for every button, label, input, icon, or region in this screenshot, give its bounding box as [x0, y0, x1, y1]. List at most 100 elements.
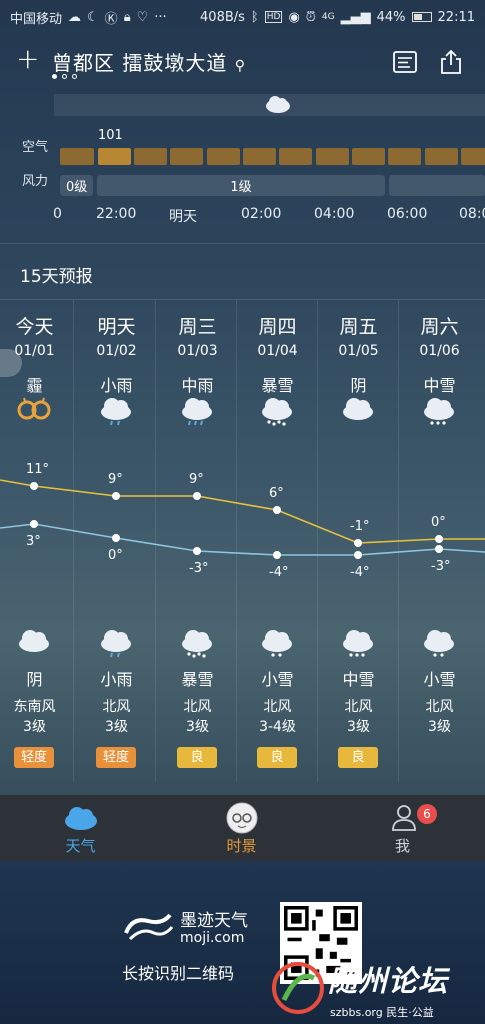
- wind-level: 3-4级: [259, 719, 296, 735]
- temperature-curves: [0, 479, 485, 559]
- aq-bar: [279, 148, 312, 165]
- time-label: 08:0: [459, 206, 485, 222]
- cloud-icon: [340, 392, 376, 426]
- temp-point: [354, 551, 362, 559]
- forecast-day[interactable]: 周六 01/06 中雪: [399, 312, 480, 396]
- day-date: 01/03: [177, 343, 218, 359]
- aq-bar: [170, 148, 203, 165]
- location-title[interactable]: 曾都区 擂鼓墩大道 ⚲: [52, 47, 246, 76]
- forecast-day[interactable]: 周四 01/04 暴雪: [237, 312, 318, 396]
- day-name: 明天: [97, 316, 136, 338]
- aq-bar: [316, 148, 349, 165]
- tab-label: 时景: [226, 837, 257, 855]
- day-date: 01/04: [257, 343, 298, 359]
- day-date: 01/02: [96, 343, 137, 359]
- wind-info: 北风 3-4级: [237, 697, 318, 737]
- wind-level: 3级: [186, 719, 209, 735]
- moderate-snow-icon: [421, 392, 457, 426]
- blizzard-icon: [259, 392, 295, 426]
- moji-logo-icon: [124, 913, 174, 941]
- lock-icon: 🔒︎: [123, 9, 131, 25]
- time-label: 0: [53, 206, 62, 222]
- temp-point: [112, 492, 120, 500]
- alarm-icon: ⏰︎: [305, 9, 316, 25]
- tab-me[interactable]: 我: [322, 795, 483, 861]
- aqi-badge: 轻度: [96, 747, 136, 768]
- moderate-snow-icon: [340, 624, 376, 658]
- wind-direction: 北风: [102, 699, 131, 715]
- news-button[interactable]: [391, 48, 419, 76]
- avatar-face-icon: [226, 802, 258, 834]
- temp-point: [193, 492, 201, 500]
- battery-percent: 44%: [376, 9, 406, 25]
- forecast-title: 15天预报: [20, 267, 93, 287]
- divider: [0, 243, 485, 244]
- heart-monitor-icon: ♡: [136, 9, 149, 25]
- wind-direction: 北风: [344, 699, 373, 715]
- day-name: 周四: [258, 316, 297, 338]
- cloud-icon: [266, 96, 290, 113]
- clock: 22:11: [437, 9, 475, 25]
- aqi-badge: 良: [177, 747, 217, 768]
- wind-direction: 北风: [183, 699, 212, 715]
- forecast-day[interactable]: 周五 01/05 阴: [318, 312, 399, 396]
- share-button[interactable]: [437, 48, 465, 76]
- aq-bar: [98, 148, 131, 165]
- scan-hint: 长按识别二维码: [122, 964, 235, 983]
- k-icon: Ⓚ: [104, 11, 118, 27]
- wind-level: 0级: [66, 180, 88, 195]
- header: + 曾都区 擂鼓墩大道 ⚲: [0, 38, 485, 86]
- forecast-day[interactable]: 明天 01/02 小雨: [76, 312, 157, 396]
- wind-info: 北风 3级: [318, 697, 399, 737]
- night-condition: 阴: [26, 670, 43, 689]
- day-date: 01/06: [419, 343, 460, 359]
- temp-point: [30, 520, 38, 528]
- time-label: 04:00: [314, 206, 355, 222]
- temp-point: [273, 506, 281, 514]
- add-city-button[interactable]: +: [16, 42, 39, 75]
- temp-point: [30, 482, 38, 490]
- moderate-rain-icon: [179, 392, 215, 426]
- tab-weather[interactable]: 天气: [0, 795, 161, 861]
- wind-segment: [389, 175, 485, 196]
- carrier-label: 中国移动: [10, 11, 63, 27]
- aqi-value: 101: [98, 128, 123, 143]
- tab-label: 天气: [65, 837, 96, 855]
- day-name: 周六: [420, 316, 459, 338]
- time-label: 06:00: [387, 206, 428, 222]
- day-name: 周三: [178, 316, 217, 338]
- szbbs-logo-icon: [272, 962, 324, 1014]
- eye-icon: ◉: [288, 9, 300, 25]
- net-speed: 408B/s: [200, 9, 245, 25]
- light-rain-icon: [98, 624, 134, 658]
- location-label: 曾都区 擂鼓墩大道: [52, 51, 228, 75]
- tab-bar: 天气 时景 我: [0, 795, 485, 861]
- aqi-badge: 良: [338, 747, 378, 768]
- aq-bar: [134, 148, 167, 165]
- tab-label: 我: [394, 837, 410, 855]
- brand-url: moji.com: [180, 930, 245, 946]
- more-dots-icon: ···: [154, 9, 167, 25]
- wind-direction: 东南风: [13, 699, 56, 715]
- aq-bar: [207, 148, 240, 165]
- wind-level: 3级: [23, 719, 46, 735]
- light-snow-icon: [421, 624, 457, 658]
- wind-level: 3级: [428, 719, 451, 735]
- temp-point: [112, 534, 120, 542]
- hd-icon: HD: [264, 11, 283, 23]
- wind-info: 北风 3级: [157, 697, 238, 737]
- aqi-badge: 良: [257, 747, 297, 768]
- forecast-day[interactable]: 周三 01/03 中雨: [157, 312, 238, 396]
- hourly-weather-row[interactable]: [54, 94, 485, 116]
- share-icon: [441, 49, 461, 74]
- tab-live-scene[interactable]: 时景: [161, 795, 322, 861]
- aq-bar: [60, 148, 94, 165]
- temp-point: [435, 545, 443, 553]
- wind-segment: 1级: [97, 175, 385, 196]
- network-label: 4G: [321, 12, 335, 22]
- wind-direction: 北风: [263, 699, 292, 715]
- notification-badge: 6: [417, 804, 437, 824]
- night-condition: 暴雪: [181, 670, 214, 689]
- night-condition: 小雨: [100, 670, 133, 689]
- cloud-icon: ☁: [68, 9, 82, 25]
